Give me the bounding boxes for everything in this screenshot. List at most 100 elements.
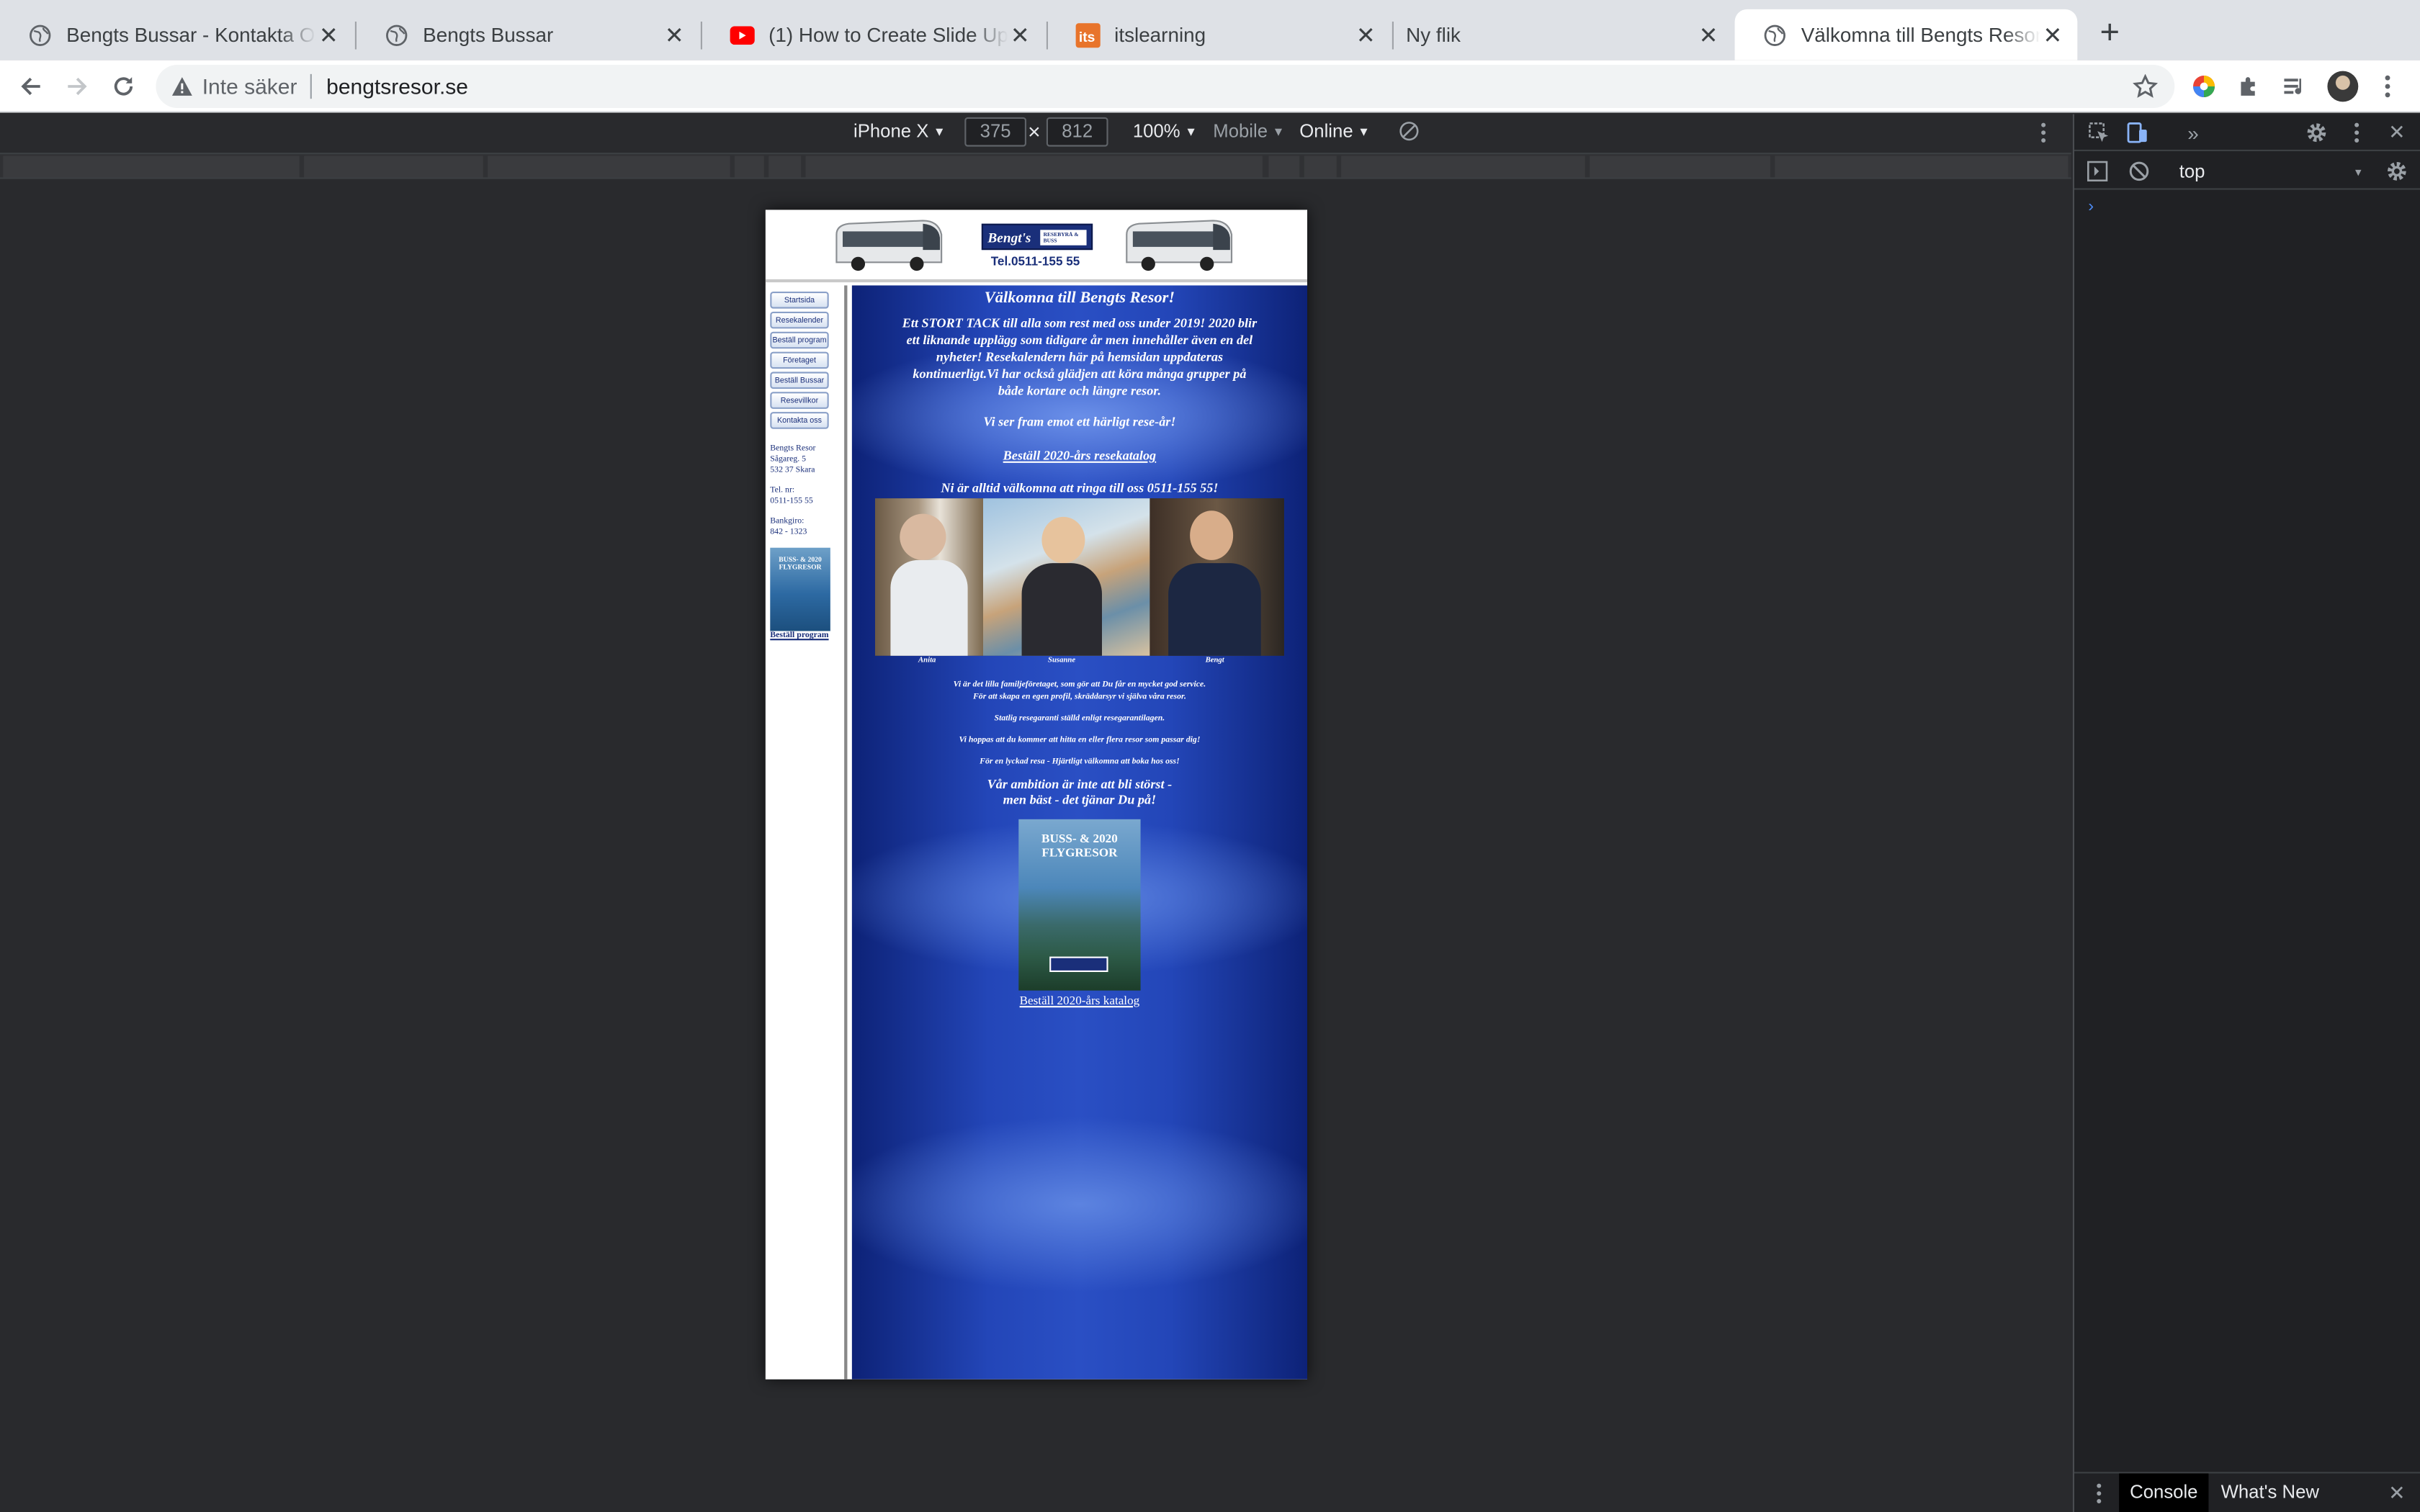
drawer-tab-console[interactable]: Console xyxy=(2119,1473,2209,1512)
media-queue-icon[interactable] xyxy=(2281,73,2309,101)
tab-bengts-bussar[interactable]: Bengts Bussar ✕ xyxy=(357,9,699,60)
media-query-segment[interactable] xyxy=(1775,156,2069,178)
media-query-segment[interactable] xyxy=(734,156,764,178)
wish-text: För en lyckad resa - Hjärtligt välkomna … xyxy=(980,757,1180,767)
order-program-link[interactable]: Beställ program xyxy=(770,631,844,640)
site-header: Bengt's RESEBYRÅ & BUSS Tel.0511-155 55 xyxy=(765,210,1307,283)
bus-image xyxy=(1126,220,1233,271)
menu-bestall-bussar[interactable]: Beställ Bussar xyxy=(770,372,829,389)
caret-down-icon[interactable]: ▾ xyxy=(2346,159,2370,184)
header-phone: Tel.0511-155 55 xyxy=(990,254,1080,269)
close-icon[interactable]: ✕ xyxy=(1353,22,1378,48)
media-query-segment[interactable] xyxy=(1268,156,1300,178)
catalog-thumbnail[interactable]: BUSS- & 2020 FLYGRESOR xyxy=(770,547,830,631)
menu-startsida[interactable]: Startsida xyxy=(770,292,829,309)
address-line: 532 37 Skara xyxy=(770,466,815,475)
media-query-segment[interactable] xyxy=(1304,156,1337,178)
menu-bestall-program[interactable]: Beställ program xyxy=(770,331,829,349)
tab-itslearning[interactable]: its itslearning ✕ xyxy=(1048,9,1391,60)
media-query-segment[interactable] xyxy=(1590,156,1770,178)
settings-gear-icon[interactable] xyxy=(2304,120,2329,145)
close-drawer-icon[interactable]: ✕ xyxy=(2385,1481,2409,1506)
close-icon[interactable]: ✕ xyxy=(1696,22,1721,48)
media-query-bar xyxy=(0,153,2071,179)
address-bar[interactable]: Inte säker bengtsresor.se xyxy=(156,65,2175,108)
media-query-segment[interactable] xyxy=(1341,156,1585,178)
new-tab-button[interactable]: + xyxy=(2094,14,2125,50)
menu-kontakta-oss[interactable]: Kontakta oss xyxy=(770,412,829,429)
close-icon[interactable]: ✕ xyxy=(316,22,341,48)
network-throttle-select[interactable]: Online ▼ xyxy=(1299,120,1370,142)
media-query-segment[interactable] xyxy=(488,156,730,178)
warning-icon[interactable] xyxy=(171,76,193,97)
drawer-menu-icon[interactable] xyxy=(2087,1481,2111,1506)
media-query-segment[interactable] xyxy=(805,156,1263,178)
inspect-element-icon[interactable] xyxy=(2087,120,2111,145)
reload-icon[interactable] xyxy=(109,73,138,101)
phone-label: Tel. nr: xyxy=(770,486,795,495)
device-toggle-icon[interactable] xyxy=(2125,120,2150,145)
security-label[interactable]: Inte säker xyxy=(202,74,297,99)
address-line: Sågareg. 5 xyxy=(770,455,807,464)
tab-bengts-bussar-kontakt[interactable]: Bengts Bussar - Kontakta Oss ✕ xyxy=(0,9,354,60)
order-catalog-link-bottom[interactable]: Beställ 2020-års katalog xyxy=(852,994,1307,1007)
bankgiro-number: 842 - 1323 xyxy=(770,527,807,537)
media-query-segment[interactable] xyxy=(3,156,300,178)
staff-name: Susanne xyxy=(1048,657,1076,665)
sidebar-toggle-icon[interactable] xyxy=(2085,159,2110,184)
viewport-width-input[interactable]: 375 xyxy=(964,117,1026,147)
kebab-menu-icon[interactable] xyxy=(2344,120,2369,145)
tab-youtube[interactable]: (1) How to Create Slide Up Ani ✕ xyxy=(702,9,1045,60)
media-query-segment[interactable] xyxy=(304,156,483,178)
svg-text:its: its xyxy=(1079,30,1095,45)
logo-text: Bengt's xyxy=(987,229,1031,245)
network-value: Online xyxy=(1299,120,1353,143)
close-devtools-icon[interactable]: ✕ xyxy=(2385,120,2409,145)
tab-ny-flik[interactable]: Ny flik ✕ xyxy=(1394,9,1733,60)
globe-icon xyxy=(28,22,53,47)
catalog-thumbnail-title: BUSS- & 2020 FLYGRESOR xyxy=(779,555,822,571)
guarantee-text: Statlig resegaranti ställd enligt resega… xyxy=(994,714,1165,724)
zoom-select[interactable]: 100% ▼ xyxy=(1133,120,1197,142)
forward-arrow-icon[interactable] xyxy=(63,73,91,101)
menu-resekalender[interactable]: Resekalender xyxy=(770,311,829,329)
devtools-panel: » ✕ top ▾ › Console What's New ✕ xyxy=(2072,114,2420,1512)
tab-bengts-resor-active[interactable]: Välkomna till Bengts Resor, Ber ✕ xyxy=(1734,9,2078,60)
call-text: Ni är alltid välkomna att ringa till oss… xyxy=(941,480,1219,495)
menu-resevillkor[interactable]: Resevillkor xyxy=(770,392,829,409)
bookmark-star-icon[interactable] xyxy=(2132,73,2159,99)
device-select[interactable]: iPhone X ▼ xyxy=(853,120,946,142)
close-icon[interactable]: ✕ xyxy=(2040,22,2065,48)
device-type-select[interactable]: Mobile ▼ xyxy=(1213,120,1284,142)
rotate-icon[interactable] xyxy=(1398,120,1420,146)
tab-title: itslearning xyxy=(1114,23,1206,47)
itslearning-icon: its xyxy=(1075,22,1101,48)
clear-console-icon[interactable] xyxy=(2127,159,2151,184)
console-settings-gear-icon[interactable] xyxy=(2385,159,2409,184)
url-text[interactable]: bengtsresor.se xyxy=(326,74,468,99)
media-query-segment[interactable] xyxy=(768,156,802,178)
catalog-cover-title: BUSS- & 2020 FLYGRESOR xyxy=(1041,832,1118,860)
close-icon[interactable]: ✕ xyxy=(662,22,686,48)
execution-context-select[interactable]: top xyxy=(2179,161,2205,182)
family-line-2: För att skapa en egen profil, skräddarsy… xyxy=(972,693,1186,702)
catalog-cover-image[interactable]: BUSS- & 2020 FLYGRESOR xyxy=(1018,819,1141,991)
kebab-menu-icon[interactable] xyxy=(2374,73,2402,101)
viewport-height-input[interactable]: 812 xyxy=(1046,117,1108,147)
back-arrow-icon[interactable] xyxy=(17,73,45,101)
profile-avatar[interactable] xyxy=(2327,71,2359,102)
color-wheel-extension-icon[interactable] xyxy=(2190,73,2218,101)
close-icon[interactable]: ✕ xyxy=(1008,22,1032,48)
tab-title: (1) How to Create Slide Up Ani xyxy=(768,23,1008,47)
menu-foretaget[interactable]: Företaget xyxy=(770,351,829,369)
kebab-menu-icon[interactable] xyxy=(2040,122,2047,148)
order-catalog-link[interactable]: Beställ 2020-års resekatalog xyxy=(852,447,1307,462)
site-logo[interactable]: Bengt's RESEBYRÅ & BUSS xyxy=(981,223,1093,251)
staff-name: Bengt xyxy=(1205,657,1224,665)
more-tabs-icon[interactable]: » xyxy=(2181,120,2205,145)
puzzle-extensions-icon[interactable] xyxy=(2235,73,2263,101)
tab-title: Bengts Bussar xyxy=(423,23,554,47)
console-prompt-icon[interactable]: › xyxy=(2088,197,2094,216)
drawer-tab-whats-new[interactable]: What's New xyxy=(2210,1473,2330,1512)
caret-down-icon: ▼ xyxy=(933,125,946,139)
